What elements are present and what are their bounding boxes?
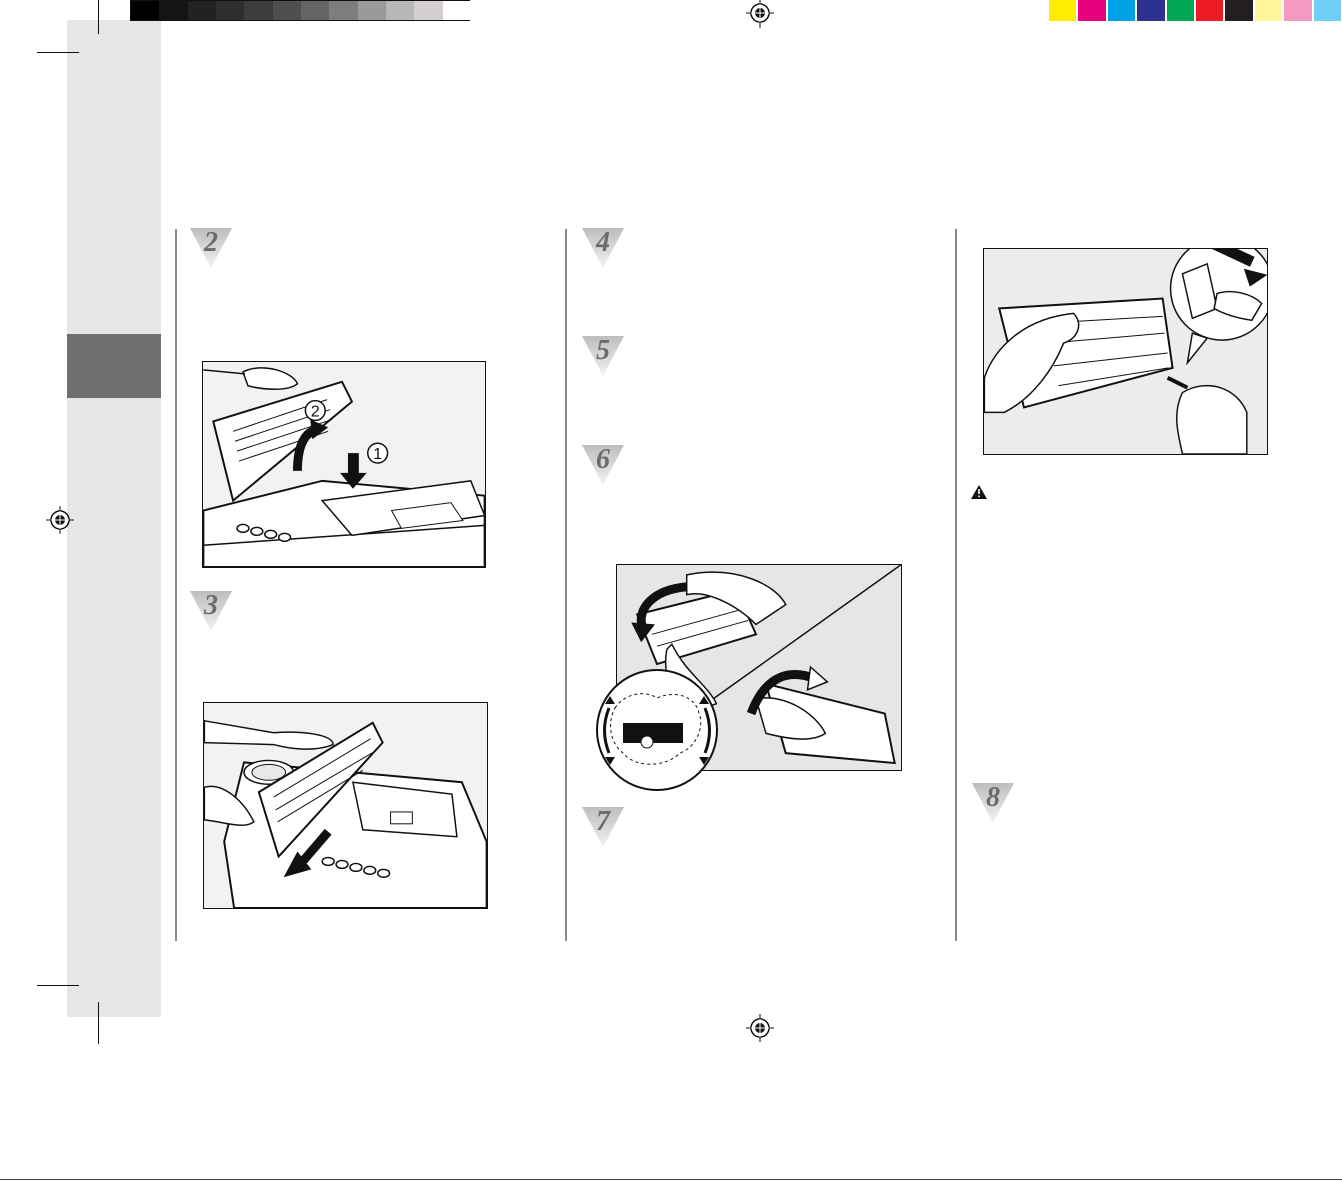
- column-divider: [175, 229, 177, 941]
- side-band: [67, 20, 161, 1017]
- color-swatch: [1166, 0, 1194, 21]
- column-divider: [565, 229, 567, 941]
- step-number: 3: [203, 590, 218, 621]
- color-swatch: [1078, 0, 1106, 21]
- color-swatch: [1107, 0, 1136, 21]
- step-number: 8: [986, 782, 1000, 813]
- gray-swatch: [244, 1, 273, 20]
- crop-mark: [0, 1179, 1342, 1180]
- callout-one: 1: [373, 446, 382, 463]
- callout-two: 2: [311, 403, 320, 420]
- crop-mark: [37, 985, 79, 986]
- gray-swatch: [216, 1, 245, 20]
- step-8-marker: 8: [970, 781, 1016, 825]
- color-swatch: [1313, 0, 1341, 21]
- registration-mark-icon: [745, 1013, 775, 1043]
- figure-open-lid: 2 1: [202, 361, 486, 568]
- step-4-marker: 4: [580, 226, 626, 270]
- crop-mark: [98, 0, 99, 34]
- step-number: 2: [203, 227, 218, 258]
- color-swatch: [1137, 0, 1165, 21]
- step-number: 6: [596, 444, 610, 475]
- gray-swatch: [301, 1, 330, 20]
- figure-pull-seal: [983, 248, 1268, 455]
- gray-swatch: [386, 1, 415, 20]
- gray-swatch: [329, 1, 358, 20]
- step-number: 4: [595, 227, 610, 258]
- gray-swatch: [131, 1, 160, 20]
- figure-remove-cartridge: [203, 702, 488, 909]
- color-swatch: [1284, 0, 1312, 21]
- section-tab: [67, 334, 161, 398]
- color-swatch: [1254, 0, 1283, 21]
- gray-swatch: [187, 1, 216, 20]
- step-number: 7: [596, 806, 611, 837]
- step-7-marker: 7: [580, 805, 626, 849]
- column-divider: [955, 229, 957, 941]
- step-5-marker: 5: [580, 334, 626, 378]
- step-number: 5: [596, 335, 610, 366]
- gray-swatch: [442, 1, 471, 20]
- color-swatch: [1225, 0, 1253, 21]
- color-swatch: [1049, 0, 1077, 21]
- gray-swatch: [159, 1, 188, 20]
- step-2-marker: 2: [188, 226, 234, 270]
- step-3-marker: 3: [188, 589, 234, 633]
- gray-swatch: [414, 1, 443, 20]
- color-swatch: [1196, 0, 1224, 21]
- step-6-marker: 6: [580, 443, 626, 487]
- registration-mark-icon: [745, 0, 775, 30]
- color-bar: [1048, 0, 1342, 21]
- gray-swatch: [357, 1, 386, 20]
- figure-rotation-detail: [595, 668, 719, 792]
- registration-mark-icon: [45, 505, 75, 535]
- gray-scale-bar: [130, 0, 471, 21]
- warning-icon: [971, 485, 987, 499]
- crop-mark: [98, 1002, 99, 1044]
- gray-swatch: [272, 1, 301, 20]
- crop-mark: [37, 52, 79, 53]
